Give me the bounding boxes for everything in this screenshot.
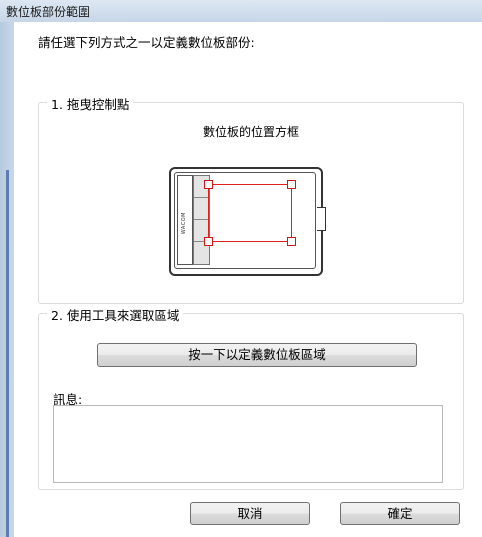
cancel-button[interactable]: 取消	[190, 502, 310, 525]
tablet-selection-area[interactable]	[204, 180, 296, 246]
define-area-button[interactable]: 按一下以定義數位板區域	[97, 343, 417, 367]
select-tool-group: 2. 使用工具來選取區域 按一下以定義數位板區域 訊息:	[38, 305, 464, 490]
tablet-frame-caption: 數位板的位置方框	[202, 125, 299, 139]
tablet-active-frame: WACOM	[174, 172, 316, 269]
instruction-text: 請任選下列方式之一以定義數位板部份:	[38, 35, 255, 50]
dialog-client-area: 請任選下列方式之一以定義數位板部份: 1. 拖曳控制點 數位板的位置方框 WAC…	[14, 22, 482, 537]
ok-button[interactable]: 確定	[340, 502, 460, 525]
drag-handles-legend: 1. 拖曳控制點	[47, 94, 134, 113]
title-bar: 數位板部份範圍	[0, 0, 482, 23]
tablet-brand-text: WACOM	[181, 212, 187, 235]
window-title: 數位板部份範圍	[6, 5, 91, 19]
resize-handle-top-left[interactable]	[204, 180, 213, 189]
tablet-side-strip: WACOM	[177, 175, 193, 265]
message-box	[53, 405, 443, 483]
resize-handle-top-right[interactable]	[287, 180, 296, 189]
tablet-diagram: WACOM	[169, 167, 326, 276]
resize-handle-bottom-right[interactable]	[287, 237, 296, 246]
select-tool-legend: 2. 使用工具來選取區域	[47, 305, 184, 324]
drag-handles-group: 1. 拖曳控制點 數位板的位置方框 WACOM	[38, 94, 464, 304]
window-left-frame	[0, 22, 14, 537]
tablet-connector	[317, 207, 326, 231]
express-key	[194, 198, 209, 220]
resize-handle-bottom-left[interactable]	[204, 237, 213, 246]
frame-accent	[6, 170, 9, 537]
